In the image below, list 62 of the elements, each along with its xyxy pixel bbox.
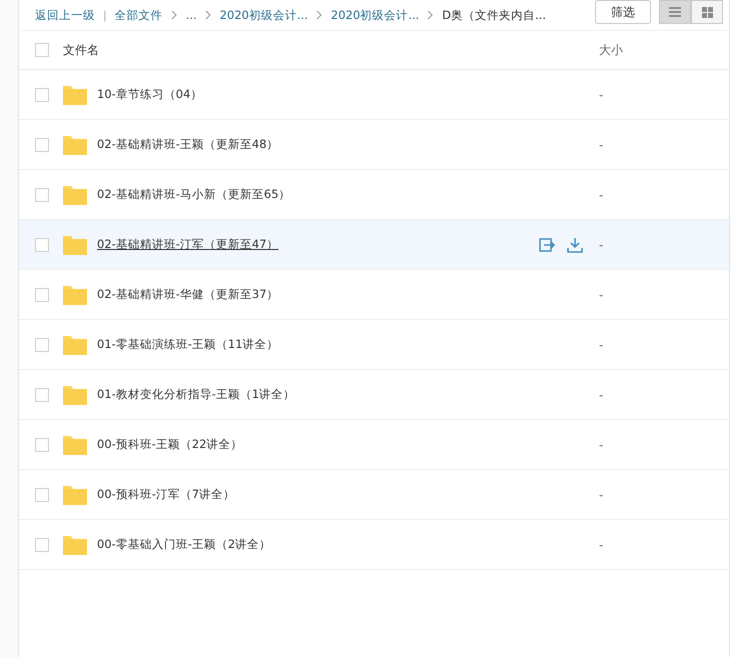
list-icon (669, 7, 681, 17)
breadcrumb-link[interactable]: 2020初级会计... (330, 8, 420, 22)
list-view-button[interactable] (659, 0, 691, 24)
folder-icon (63, 234, 87, 255)
checkbox[interactable] (35, 488, 49, 502)
file-size: - (599, 438, 604, 452)
folder-icon (63, 534, 87, 555)
file-row[interactable]: 02-基础精讲班-汀军（更新至47） - (19, 220, 729, 270)
checkbox[interactable] (35, 43, 49, 57)
file-size: - (599, 138, 604, 152)
filter-button[interactable]: 筛选 (595, 0, 651, 24)
folder-name[interactable]: 02-基础精讲班-华健（更新至37） (97, 287, 279, 302)
download-icon (567, 236, 583, 252)
folder-name[interactable]: 01-教材变化分析指导-王颖（1讲全） (97, 387, 296, 402)
column-header: 大小 (599, 42, 624, 58)
share-icon (539, 236, 555, 252)
checkbox[interactable] (35, 288, 49, 302)
checkbox[interactable] (35, 388, 49, 402)
column-header: 文件名 (63, 42, 99, 58)
breadcrumb-link[interactable]: 2020初级会计... (220, 8, 308, 22)
file-size: - (599, 338, 604, 352)
breadcrumb-link[interactable]: D奥（文件夹内自... (442, 8, 546, 22)
file-size: - (599, 188, 604, 202)
chevron-icon (316, 10, 323, 20)
folder-name[interactable]: 00-零基础入门班-王颖（2讲全） (97, 537, 272, 552)
folder-name[interactable]: 02-基础精讲班-马小新（更新至65） (97, 187, 291, 202)
checkbox[interactable] (35, 338, 49, 352)
file-size: - (599, 488, 604, 502)
breadcrumb-link[interactable]: ... (186, 8, 197, 22)
folder-name[interactable]: 01-零基础演练班-王颖（11讲全） (97, 337, 279, 352)
folder-icon (63, 284, 87, 305)
folder-name[interactable]: 02-基础精讲班-王颖（更新至48） (97, 137, 279, 152)
folder-name[interactable]: 02-基础精讲班-汀军（更新至47） (97, 237, 279, 252)
folder-icon (63, 484, 87, 505)
file-size: - (599, 88, 604, 102)
grid-icon (702, 6, 712, 18)
folder-icon (63, 384, 87, 405)
checkbox[interactable] (35, 538, 49, 552)
breadcrumb-link[interactable]: 全部文件 (114, 8, 163, 22)
folder-name[interactable]: 00-预科班-王颖（22讲全） (97, 437, 243, 452)
file-size: - (599, 288, 604, 302)
checkbox[interactable] (35, 438, 49, 452)
separator: | (103, 8, 107, 22)
folder-icon (63, 134, 87, 155)
chevron-icon (204, 10, 212, 20)
checkbox[interactable] (35, 238, 49, 252)
folder-icon (63, 434, 87, 455)
file-size: - (599, 238, 604, 252)
checkbox[interactable] (35, 188, 49, 202)
folder-name[interactable]: 10-章节练习（04） (97, 87, 202, 102)
folder-icon (63, 84, 87, 105)
checkbox[interactable] (35, 138, 49, 152)
folder-icon (63, 334, 87, 355)
folder-icon (63, 184, 87, 205)
folder-name[interactable]: 00-预科班-汀军（7讲全） (97, 487, 236, 502)
grid-view-button[interactable] (691, 0, 723, 24)
checkbox[interactable] (35, 88, 49, 102)
back-link[interactable]: 返回上一级 (35, 8, 95, 22)
chevron-icon (170, 10, 178, 20)
file-size: - (599, 388, 604, 402)
chevron-icon (427, 10, 434, 20)
file-size: - (599, 538, 604, 552)
